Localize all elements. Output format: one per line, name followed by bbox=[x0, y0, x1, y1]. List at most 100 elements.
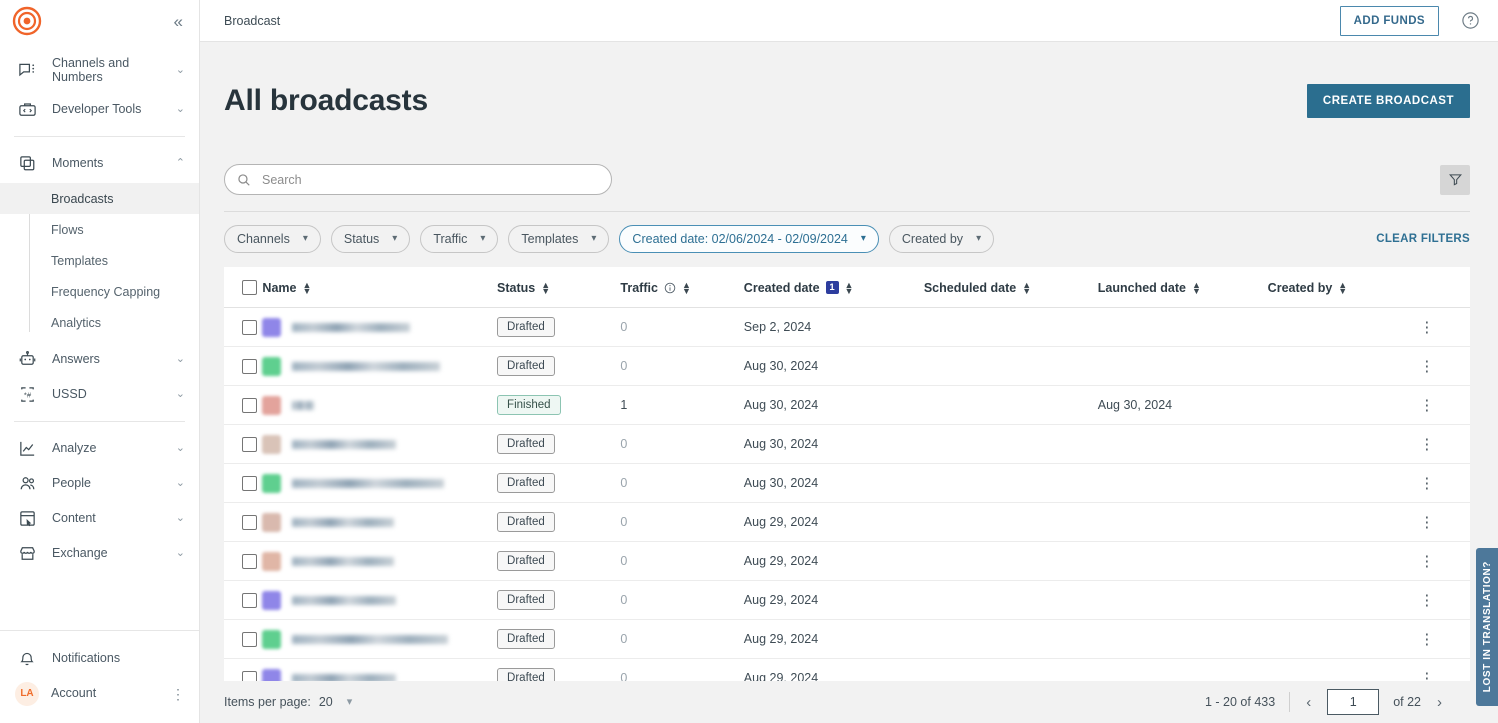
filter-chip-templates[interactable]: Templates ▾ bbox=[508, 225, 610, 254]
filter-chip-traffic[interactable]: Traffic ▾ bbox=[420, 225, 499, 254]
sort-icon[interactable]: ▲ ▼ bbox=[1192, 280, 1201, 295]
cell-name[interactable] bbox=[262, 580, 498, 621]
table-row[interactable]: Drafted 0 Aug 29, 2024 ⋮ bbox=[224, 658, 1470, 681]
info-icon[interactable] bbox=[664, 282, 676, 294]
table-row[interactable]: Drafted 0 Aug 30, 2024 ⋮ bbox=[224, 346, 1470, 387]
table-row[interactable]: Drafted 0 Aug 30, 2024 ⋮ bbox=[224, 424, 1470, 465]
sidebar-item-notifications[interactable]: Notifications bbox=[0, 641, 199, 676]
sidebar-item-content[interactable]: Content ⌄ bbox=[0, 501, 199, 536]
row-checkbox[interactable] bbox=[242, 358, 257, 374]
chevron-down-icon[interactable]: ⌄ bbox=[176, 64, 185, 76]
row-checkbox[interactable] bbox=[242, 553, 257, 569]
chevron-down-icon[interactable]: ⌄ bbox=[176, 548, 185, 559]
column-header-name[interactable]: Name ▲ ▼ bbox=[262, 267, 498, 309]
cell-row-actions[interactable]: ⋮ bbox=[1419, 580, 1470, 621]
infobip-logo[interactable] bbox=[12, 6, 42, 36]
chevron-down-icon[interactable]: ⌄ bbox=[176, 104, 185, 115]
filter-chip-created-date[interactable]: Created date: 02/06/2024 - 02/09/2024 ▾ bbox=[619, 225, 879, 254]
filter-funnel-icon[interactable] bbox=[1440, 164, 1470, 195]
row-checkbox[interactable] bbox=[242, 319, 257, 335]
create-broadcast-button[interactable]: CREATE BROADCAST bbox=[1306, 84, 1470, 119]
chevron-down-icon[interactable]: ⌄ bbox=[176, 354, 185, 365]
search-box[interactable] bbox=[224, 164, 612, 196]
chevron-up-icon[interactable]: ⌃ bbox=[176, 158, 185, 169]
breadcrumb[interactable]: Broadcast bbox=[224, 14, 280, 28]
table-row[interactable]: Drafted 0 Aug 30, 2024 ⋮ bbox=[224, 463, 1470, 504]
column-header-created-date[interactable]: Created date 1 ▲ ▼ bbox=[743, 267, 924, 309]
table-row[interactable]: Finished 1 Aug 30, 2024 Aug 30, 2024 ⋮ bbox=[224, 385, 1470, 426]
sidebar-item-analyze[interactable]: Analyze ⌄ bbox=[0, 431, 199, 466]
table-row[interactable]: Drafted 0 Aug 29, 2024 ⋮ bbox=[224, 541, 1470, 582]
cell-row-actions[interactable]: ⋮ bbox=[1419, 424, 1470, 465]
sort-icon[interactable]: ▲ ▼ bbox=[1022, 280, 1031, 295]
row-menu-icon[interactable]: ⋮ bbox=[1419, 553, 1434, 570]
sidebar-item-flows[interactable]: Flows bbox=[0, 214, 199, 245]
row-menu-icon[interactable]: ⋮ bbox=[1419, 592, 1434, 609]
row-checkbox[interactable] bbox=[242, 436, 257, 452]
items-per-page[interactable]: Items per page: 20 ▾ bbox=[224, 695, 352, 709]
column-header-created-by[interactable]: Created by ▲ ▼ bbox=[1267, 267, 1420, 309]
filter-chip-created-by[interactable]: Created by ▾ bbox=[888, 225, 995, 254]
row-menu-icon[interactable]: ⋮ bbox=[1419, 475, 1434, 492]
row-checkbox[interactable] bbox=[242, 514, 257, 530]
chevron-down-icon[interactable]: ⌄ bbox=[176, 513, 185, 524]
sidebar-item-account[interactable]: LA Account ⋮ bbox=[0, 676, 199, 711]
sort-icon[interactable]: ▲ ▼ bbox=[302, 280, 311, 295]
row-menu-icon[interactable]: ⋮ bbox=[1419, 514, 1434, 531]
sidebar-item-frequency-capping[interactable]: Frequency Capping bbox=[0, 276, 199, 307]
sidebar-item-developer-tools[interactable]: Developer Tools ⌄ bbox=[0, 92, 199, 127]
chevron-down-icon[interactable]: ⌄ bbox=[176, 389, 185, 400]
sidebar-item-people[interactable]: People ⌄ bbox=[0, 466, 199, 501]
row-menu-icon[interactable]: ⋮ bbox=[1419, 319, 1434, 336]
sort-icon[interactable]: ▲ ▼ bbox=[845, 280, 854, 295]
sort-icon[interactable]: ▲ ▼ bbox=[541, 280, 550, 295]
column-header-status[interactable]: Status ▲ ▼ bbox=[497, 267, 621, 309]
cell-name[interactable] bbox=[262, 619, 498, 660]
collapse-sidebar-icon[interactable]: « bbox=[170, 11, 185, 32]
row-checkbox[interactable] bbox=[242, 397, 257, 413]
sort-icon[interactable]: ▲ ▼ bbox=[682, 280, 691, 295]
row-menu-icon[interactable]: ⋮ bbox=[1419, 358, 1434, 375]
next-page-button[interactable]: › bbox=[1435, 694, 1444, 711]
sidebar-item-moments[interactable]: Moments ⌃ bbox=[0, 146, 199, 181]
table-row[interactable]: Drafted 0 Aug 29, 2024 ⋮ bbox=[224, 580, 1470, 621]
cell-name[interactable] bbox=[262, 385, 498, 426]
search-input[interactable] bbox=[260, 171, 599, 188]
row-menu-icon[interactable]: ⋮ bbox=[1419, 436, 1434, 453]
cell-name[interactable] bbox=[262, 424, 498, 465]
sidebar-item-analytics[interactable]: Analytics bbox=[0, 307, 199, 338]
cell-row-actions[interactable]: ⋮ bbox=[1419, 385, 1470, 426]
lost-in-translation-tab[interactable]: LOST IN TRANSLATION? bbox=[1476, 548, 1498, 706]
cell-row-actions[interactable]: ⋮ bbox=[1419, 307, 1470, 348]
chevron-down-icon[interactable]: ⌄ bbox=[176, 478, 185, 489]
chevron-down-icon[interactable]: ▾ bbox=[347, 696, 353, 708]
row-menu-icon[interactable]: ⋮ bbox=[1419, 631, 1434, 648]
cell-row-actions[interactable]: ⋮ bbox=[1419, 346, 1470, 387]
sort-icon[interactable]: ▲ ▼ bbox=[1338, 280, 1347, 295]
cell-name[interactable] bbox=[262, 658, 498, 681]
cell-name[interactable] bbox=[262, 346, 498, 387]
cell-name[interactable] bbox=[262, 463, 498, 504]
cell-row-actions[interactable]: ⋮ bbox=[1419, 463, 1470, 504]
sidebar-item-templates[interactable]: Templates bbox=[0, 245, 199, 276]
cell-name[interactable] bbox=[262, 307, 498, 348]
sidebar-item-broadcasts[interactable]: Broadcasts bbox=[0, 183, 199, 214]
clear-filters-button[interactable]: CLEAR FILTERS bbox=[1376, 233, 1470, 245]
account-menu-icon[interactable]: ⋮ bbox=[171, 687, 185, 701]
table-row[interactable]: Drafted 0 Aug 29, 2024 ⋮ bbox=[224, 619, 1470, 660]
cell-row-actions[interactable]: ⋮ bbox=[1419, 619, 1470, 660]
cell-name[interactable] bbox=[262, 502, 498, 543]
filter-chip-status[interactable]: Status ▾ bbox=[330, 225, 411, 254]
row-checkbox[interactable] bbox=[242, 592, 257, 608]
select-all-checkbox[interactable] bbox=[242, 280, 257, 296]
row-menu-icon[interactable]: ⋮ bbox=[1419, 397, 1434, 414]
sidebar-item-answers[interactable]: Answers ⌄ bbox=[0, 342, 199, 377]
filter-chip-channels[interactable]: Channels ▾ bbox=[224, 225, 321, 254]
column-header-launched-date[interactable]: Launched date ▲ ▼ bbox=[1097, 267, 1268, 309]
sidebar-item-channels-and-numbers[interactable]: Channels and Numbers ⌄ bbox=[0, 48, 199, 92]
help-circle-icon[interactable] bbox=[1461, 11, 1480, 30]
cell-row-actions[interactable]: ⋮ bbox=[1419, 658, 1470, 681]
sidebar-item-ussd[interactable]: *# USSD ⌄ bbox=[0, 377, 199, 412]
table-row[interactable]: Drafted 0 Aug 29, 2024 ⋮ bbox=[224, 502, 1470, 543]
add-funds-button[interactable]: ADD FUNDS bbox=[1339, 5, 1439, 36]
